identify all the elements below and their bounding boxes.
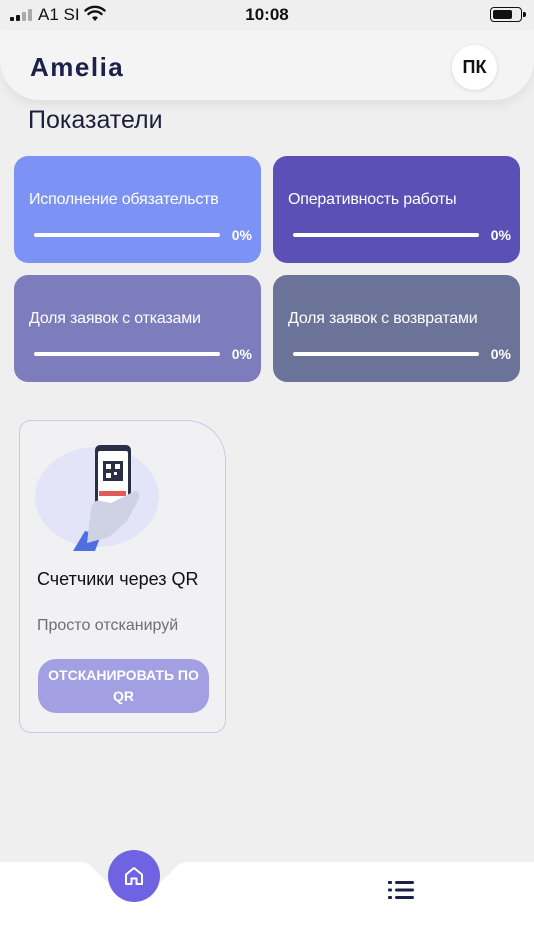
clock: 10:08 (245, 5, 289, 24)
bottom-nav-background (0, 862, 534, 950)
metric-value: 0% (231, 346, 252, 362)
metric-progress-bar (34, 233, 220, 237)
status-bar: A1 SI 10:08 (0, 0, 534, 30)
battery-level (493, 10, 512, 19)
metric-card-returns[interactable]: Доля заявок с возвратами 0% (273, 275, 520, 382)
battery-icon (490, 7, 526, 22)
metric-value: 0% (490, 227, 511, 243)
bottom-navigation (0, 850, 534, 950)
qr-phone-illustration (35, 445, 159, 551)
qr-meters-card: Счетчики через QR Просто отсканируй ОТСК… (19, 420, 226, 733)
qr-card-subtitle: Просто отсканируй (37, 617, 179, 634)
qr-card-title: Счетчики через QR (37, 569, 199, 589)
metric-label: Оперативность работы (288, 191, 457, 208)
metric-progress-bar (293, 233, 479, 237)
metric-card-obligations[interactable]: Исполнение обязательств 0% (14, 156, 261, 263)
metric-label: Доля заявок с отказами (29, 310, 201, 327)
home-icon (125, 867, 143, 885)
metric-label: Доля заявок с возвратами (288, 310, 478, 327)
metric-progress-bar (34, 352, 220, 356)
list-icon[interactable] (388, 880, 414, 900)
metric-progress-bar (293, 352, 479, 356)
metric-label: Исполнение обязательств (29, 191, 219, 208)
app-logo: Amelia (30, 52, 125, 82)
avatar[interactable]: ПК (452, 45, 497, 90)
metric-card-refusals[interactable]: Доля заявок с отказами 0% (14, 275, 261, 382)
nav-home-button[interactable] (108, 850, 160, 902)
scan-qr-button[interactable]: ОТСКАНИРОВАТЬ ПО QR (38, 659, 209, 713)
section-title: Показатели (28, 106, 163, 134)
app-header: Amelia ПК (0, 30, 534, 100)
metric-card-efficiency[interactable]: Оперативность работы 0% (273, 156, 520, 263)
metric-value: 0% (231, 227, 252, 243)
metric-value: 0% (490, 346, 511, 362)
